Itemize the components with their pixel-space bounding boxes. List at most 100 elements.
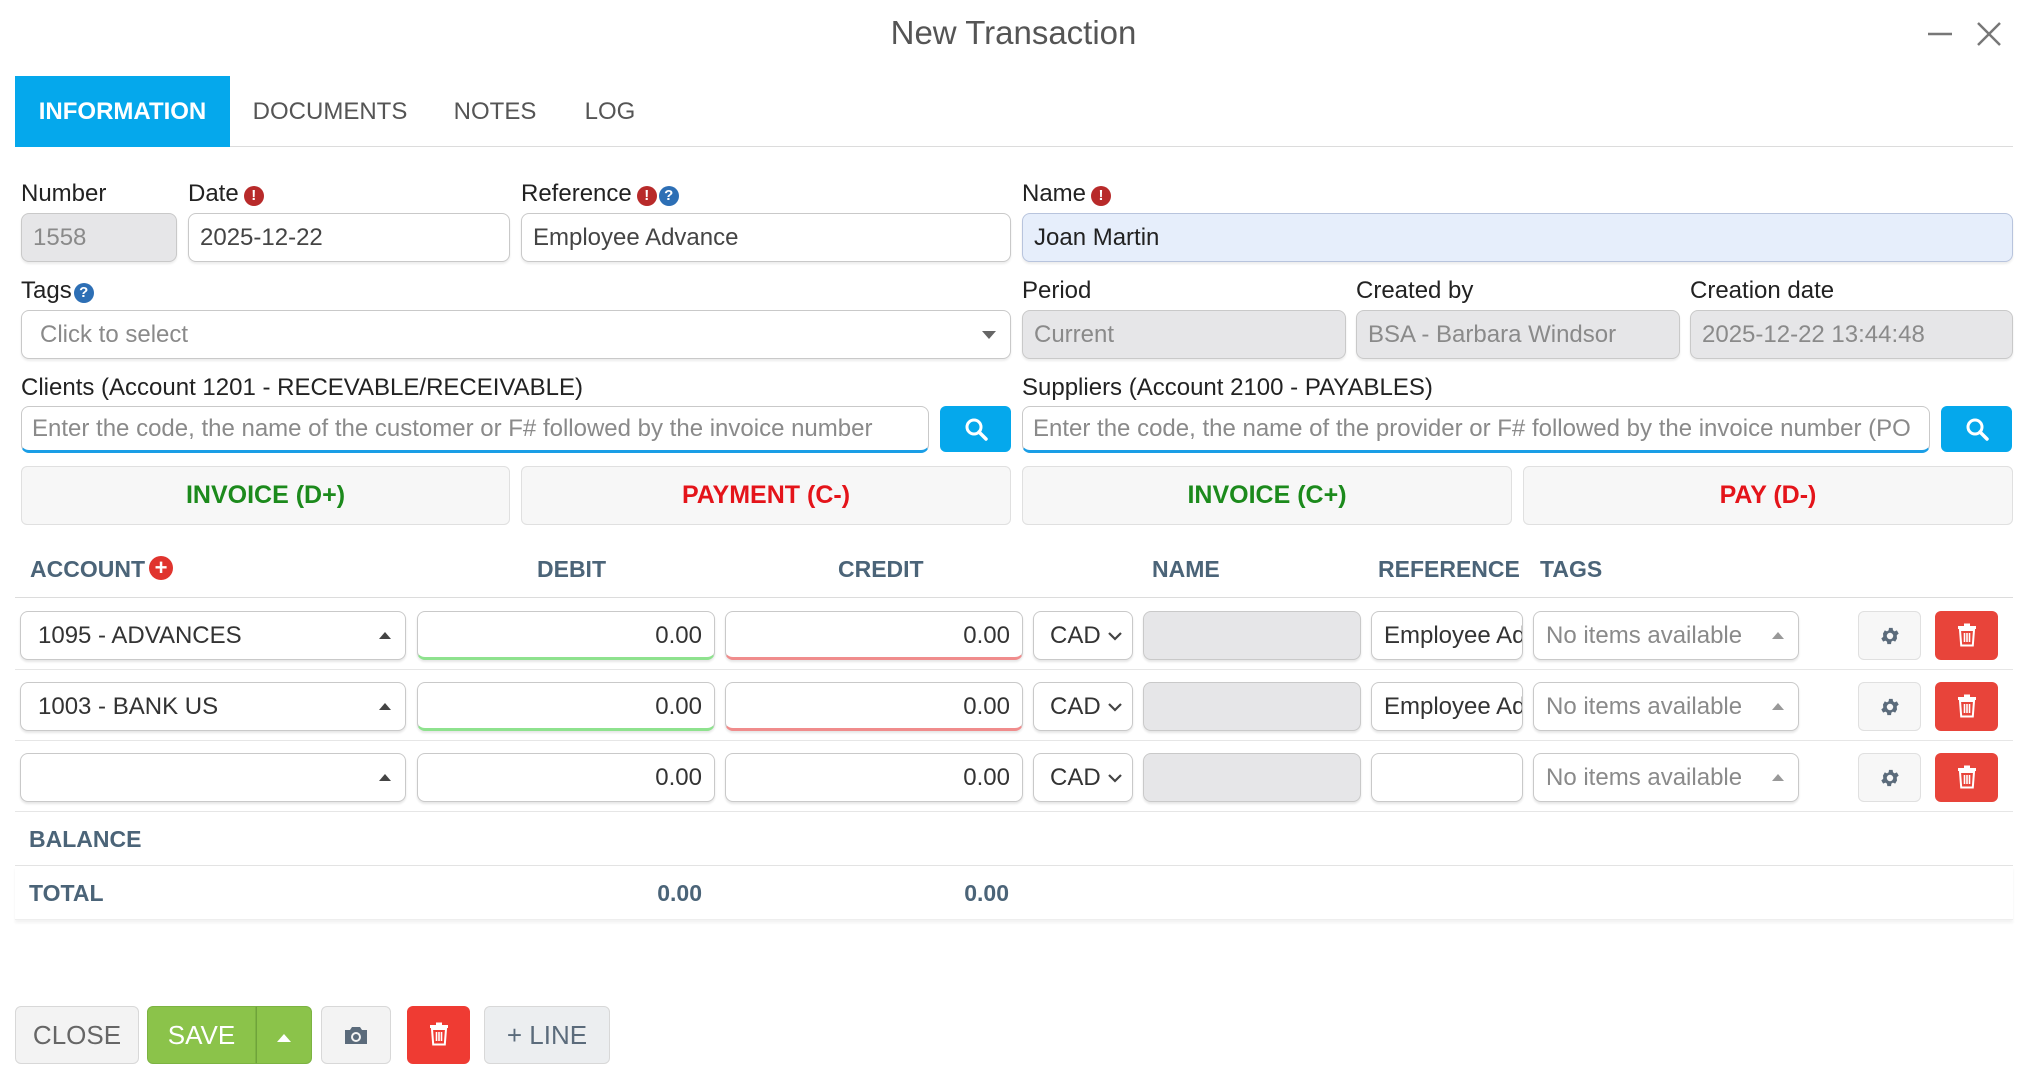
add-account-icon[interactable]: +: [149, 556, 173, 580]
name-label: Name!: [1022, 180, 1112, 208]
credit-column-header: CREDIT: [838, 556, 924, 582]
row-delete-button[interactable]: [1935, 611, 1998, 660]
save-options-button[interactable]: [256, 1006, 312, 1064]
suppliers-label: Suppliers (Account 2100 - PAYABLES): [1022, 374, 1433, 401]
name-input[interactable]: [1143, 753, 1361, 802]
balance-label: BALANCE: [29, 826, 142, 852]
minimize-button[interactable]: [1922, 16, 1958, 52]
date-label: Date!: [188, 180, 264, 208]
window-title: New Transaction: [890, 14, 1137, 51]
help-icon[interactable]: ?: [73, 283, 94, 303]
tab-information[interactable]: INFORMATION: [15, 76, 230, 147]
total-label: TOTAL: [29, 880, 104, 906]
creation-date-label: Creation date: [1690, 277, 1835, 304]
camera-icon: [345, 1027, 367, 1044]
close-button[interactable]: CLOSE: [15, 1006, 139, 1064]
supplier-pay-button[interactable]: PAY (D-): [1523, 466, 2013, 525]
client-invoice-button[interactable]: INVOICE (D+): [21, 466, 510, 525]
save-button[interactable]: SAVE: [147, 1006, 256, 1064]
close-window-button[interactable]: [1971, 16, 2007, 52]
debit-input[interactable]: 0.00: [417, 682, 715, 731]
clients-search-button[interactable]: [940, 406, 1011, 452]
trash-icon: [1958, 765, 1976, 789]
table-row: 1003 - BANK US 0.00 0.00 CAD Employee Ad…: [15, 670, 2013, 741]
tags-select[interactable]: Click to select: [21, 310, 1011, 359]
currency-select[interactable]: CAD: [1033, 753, 1133, 802]
name-input[interactable]: [1143, 682, 1361, 731]
tags-select[interactable]: No items available: [1533, 682, 1799, 731]
tab-notes[interactable]: NOTES: [440, 76, 550, 147]
account-select[interactable]: 1095 - ADVANCES: [20, 611, 406, 660]
trash-icon: [1958, 623, 1976, 647]
add-line-button[interactable]: + LINE: [484, 1006, 610, 1064]
caret-up-icon: [379, 632, 391, 639]
tags-select[interactable]: No items available: [1533, 611, 1799, 660]
period-label: Period: [1022, 277, 1092, 304]
currency-select[interactable]: CAD: [1033, 611, 1133, 660]
chevron-down-icon: [982, 331, 996, 339]
delete-transaction-button[interactable]: [407, 1006, 470, 1064]
total-credit: 0.00: [964, 880, 1009, 906]
reference-input[interactable]: Employee Advance: [1371, 611, 1523, 660]
name-input[interactable]: [1143, 611, 1361, 660]
name-column-header: NAME: [1152, 556, 1220, 582]
required-icon: !: [243, 186, 264, 206]
total-row: TOTAL 0.00 0.00: [15, 866, 2013, 920]
gear-icon: [1881, 698, 1899, 716]
number-label: Number: [21, 180, 107, 207]
row-delete-button[interactable]: [1935, 753, 1998, 802]
caret-up-icon: [379, 774, 391, 781]
suppliers-search-input[interactable]: Enter the code, the name of the provider…: [1022, 406, 1930, 453]
total-debit: 0.00: [657, 880, 702, 906]
clients-search-input[interactable]: Enter the code, the name of the customer…: [21, 406, 929, 453]
close-icon: [1977, 22, 2001, 46]
help-icon[interactable]: ?: [658, 186, 679, 206]
gear-icon: [1881, 627, 1899, 645]
debit-column-header: DEBIT: [537, 556, 606, 582]
required-icon: !: [1091, 186, 1112, 206]
chevron-down-icon: [1108, 632, 1122, 641]
row-settings-button[interactable]: [1858, 611, 1921, 660]
client-payment-button[interactable]: PAYMENT (C-): [521, 466, 1011, 525]
name-field[interactable]: Joan Martin: [1022, 213, 2013, 262]
trash-icon: [429, 1022, 448, 1046]
reference-input[interactable]: Employee Advance: [1371, 682, 1523, 731]
balance-row: BALANCE: [15, 812, 2013, 866]
date-field[interactable]: 2025-12-22: [188, 213, 510, 262]
caret-up-icon: [1772, 703, 1784, 710]
chevron-down-icon: [1108, 774, 1122, 783]
row-settings-button[interactable]: [1858, 682, 1921, 731]
credit-input[interactable]: 0.00: [725, 611, 1023, 660]
row-settings-button[interactable]: [1858, 753, 1921, 802]
reference-field[interactable]: Employee Advance: [521, 213, 1011, 262]
credit-input[interactable]: 0.00: [725, 682, 1023, 731]
table-row: 1095 - ADVANCES 0.00 0.00 CAD Employee A…: [15, 599, 2013, 670]
reference-column-header: REFERENCE: [1378, 556, 1520, 582]
account-select[interactable]: 1003 - BANK US: [20, 682, 406, 731]
currency-select[interactable]: CAD: [1033, 682, 1133, 731]
supplier-invoice-button[interactable]: INVOICE (C+): [1022, 466, 1512, 525]
debit-input[interactable]: 0.00: [417, 753, 715, 802]
gear-icon: [1881, 769, 1899, 787]
debit-input[interactable]: 0.00: [417, 611, 715, 660]
reference-label: Reference!?: [521, 180, 679, 208]
reference-input[interactable]: [1371, 753, 1523, 802]
tab-log[interactable]: LOG: [575, 76, 645, 147]
required-icon: !: [636, 186, 657, 206]
caret-up-icon: [277, 1034, 291, 1042]
grid-header: ACCOUNT + DEBIT CREDIT NAME REFERENCE TAG…: [15, 540, 2013, 598]
tab-bar: INFORMATION DOCUMENTS NOTES LOG: [15, 76, 2013, 147]
suppliers-search-button[interactable]: [1941, 406, 2012, 452]
account-select[interactable]: [20, 753, 406, 802]
tags-label: Tags?: [21, 277, 94, 305]
tags-select[interactable]: No items available: [1533, 753, 1799, 802]
camera-button[interactable]: [321, 1006, 391, 1064]
tab-documents[interactable]: DOCUMENTS: [245, 76, 415, 147]
chevron-down-icon: [1108, 703, 1122, 712]
account-column-header: ACCOUNT +: [30, 556, 173, 583]
row-delete-button[interactable]: [1935, 682, 1998, 731]
creation-date-field: 2025-12-22 13:44:48: [1690, 310, 2013, 359]
caret-up-icon: [1772, 774, 1784, 781]
credit-input[interactable]: 0.00: [725, 753, 1023, 802]
number-field: 1558: [21, 213, 177, 262]
